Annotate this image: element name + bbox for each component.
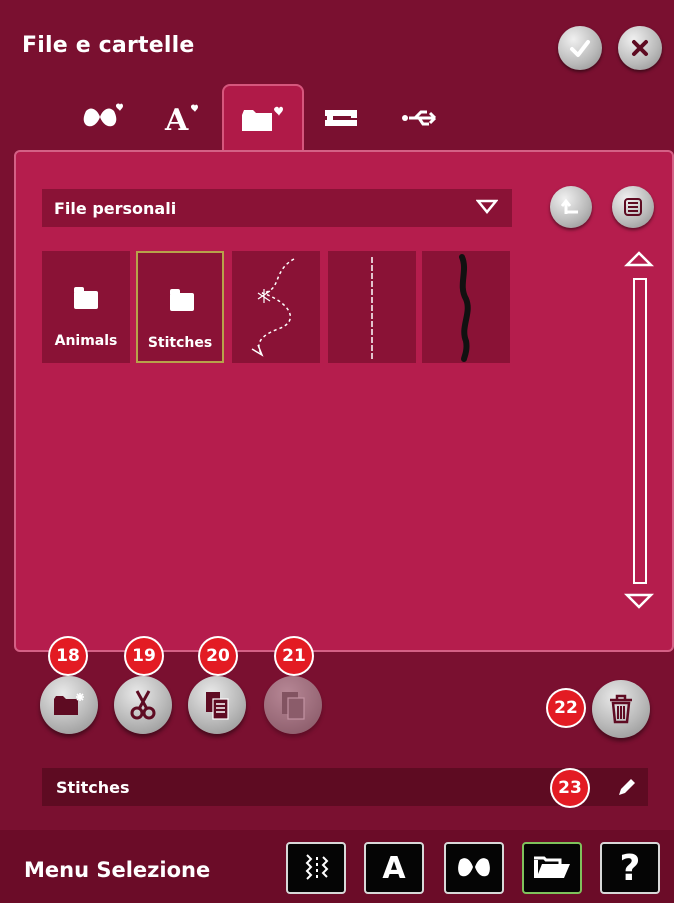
folder-item-stitches[interactable]: Stitches [136, 251, 224, 363]
tab-designs[interactable] [64, 88, 142, 148]
new-folder-button[interactable] [40, 676, 98, 734]
trash-icon [610, 694, 632, 724]
usb-icon [402, 110, 437, 126]
stitch-menu-button[interactable] [286, 842, 346, 894]
confirm-button[interactable] [558, 26, 602, 70]
callout-badge: 23 [552, 770, 588, 806]
svg-text:A: A [164, 103, 189, 134]
scroll-up-arrow[interactable] [624, 250, 654, 268]
paste-icon [282, 692, 305, 720]
font-heart-icon: A [164, 103, 198, 134]
stitch-file-straight[interactable] [328, 251, 416, 363]
callout-badge: 22 [548, 690, 584, 726]
dense-stitch-preview-icon [459, 254, 471, 362]
new-folder-icon [54, 693, 84, 715]
butterfly-menu-icon [458, 858, 490, 877]
folder-label: Animals [54, 333, 118, 349]
paste-button[interactable] [264, 676, 322, 734]
folder-up-icon [560, 198, 578, 214]
copy-button[interactable] [188, 676, 246, 734]
close-icon [632, 40, 648, 56]
design-menu-button[interactable] [444, 842, 504, 894]
straight-stitch-preview-icon [371, 257, 373, 359]
callout-badge: 21 [276, 638, 312, 674]
check-icon [570, 40, 590, 57]
tab-machine[interactable] [304, 88, 382, 148]
window-title: File e cartelle [22, 33, 195, 58]
stitch-file-dense[interactable] [422, 251, 510, 363]
help-button[interactable]: ? [600, 842, 660, 894]
folder-heart-icon [242, 106, 283, 131]
decorative-stitch-preview-icon [251, 258, 295, 357]
font-menu-icon: A [382, 850, 406, 886]
stitch-menu-icon [305, 854, 329, 880]
font-menu-button[interactable]: A [364, 842, 424, 894]
close-button[interactable] [618, 26, 662, 70]
callout-badge: 19 [126, 638, 162, 674]
stitch-file-decorative[interactable] [232, 251, 320, 363]
folder-open-icon [534, 856, 570, 878]
chevron-down-icon [476, 199, 498, 214]
callout-badge: 20 [200, 638, 236, 674]
list-view-icon [624, 198, 642, 216]
folder-icon [74, 287, 98, 309]
butterfly-heart-icon [83, 103, 123, 127]
tab-usb[interactable] [382, 88, 460, 148]
cut-button[interactable] [114, 676, 172, 734]
help-icon: ? [619, 847, 641, 889]
scissors-icon [130, 690, 156, 720]
location-label: File personali [54, 198, 177, 218]
delete-button[interactable] [592, 680, 650, 738]
folder-icon [170, 289, 194, 311]
tab-fonts[interactable]: A [144, 88, 222, 148]
tab-files[interactable] [222, 84, 304, 154]
file-menu-button[interactable] [522, 842, 582, 894]
list-view-button[interactable] [612, 186, 654, 228]
folder-up-button[interactable] [550, 186, 592, 228]
folder-item-animals[interactable]: Animals [42, 251, 130, 363]
copy-icon [206, 692, 229, 720]
filename-value: Stitches [56, 777, 130, 797]
location-dropdown[interactable]: File personali [42, 189, 512, 227]
folder-label: Stitches [147, 335, 213, 351]
callout-badge: 18 [50, 638, 86, 674]
menu-title: Menu Selezione [24, 858, 211, 882]
scroll-down-arrow[interactable] [624, 592, 654, 610]
scrollbar-track[interactable] [633, 278, 647, 584]
sewing-machine-icon [325, 110, 357, 126]
pencil-icon[interactable] [616, 776, 638, 798]
